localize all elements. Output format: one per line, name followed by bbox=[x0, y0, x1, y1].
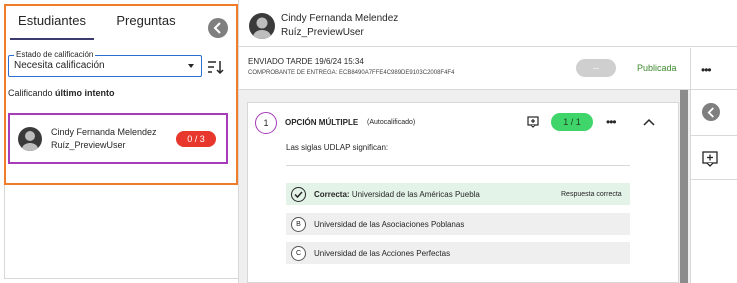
submission-status: ENVIADO TARDE 19/6/24 15:34 bbox=[248, 57, 364, 66]
grading-status-label: Estado de calificación bbox=[14, 50, 96, 59]
divider bbox=[690, 48, 691, 89]
header-divider bbox=[239, 46, 737, 47]
correct-answer-note: Respuesta correcta bbox=[561, 191, 622, 198]
grading-emphasis: último intento bbox=[55, 88, 115, 98]
question-number: 1 bbox=[255, 112, 277, 134]
tab-students[interactable]: Estudiantes bbox=[10, 6, 94, 40]
question-type: OPCIÓN MÚLTIPLE bbox=[285, 118, 359, 127]
question-more-options-button[interactable]: ••• bbox=[606, 115, 617, 129]
avatar bbox=[18, 127, 42, 151]
chevron-left-icon bbox=[213, 22, 221, 34]
score-badge: 0 / 3 bbox=[176, 131, 216, 147]
check-circle-icon bbox=[291, 187, 306, 202]
scrollbar[interactable] bbox=[680, 90, 688, 283]
chevron-left-icon bbox=[707, 107, 714, 118]
dropdown-caret-icon bbox=[188, 64, 194, 68]
add-feedback-icon[interactable] bbox=[701, 150, 719, 168]
grading-status-value: Necesita calificación bbox=[14, 60, 105, 71]
student-list-empty-area bbox=[4, 185, 238, 279]
tab-questions[interactable]: Preguntas bbox=[100, 6, 192, 40]
option-b-text: Universidad de las Asociaciones Poblanas bbox=[314, 220, 465, 229]
divider bbox=[690, 179, 737, 180]
checkmark-icon bbox=[294, 191, 303, 199]
expand-panel-button[interactable] bbox=[702, 103, 720, 121]
user-icon bbox=[253, 17, 271, 39]
submission-student-username: Ruíz_PreviewUser bbox=[281, 27, 364, 38]
overall-grade-field[interactable]: -- bbox=[576, 59, 616, 77]
submission-student-name: Cindy Fernanda Melendez bbox=[281, 13, 399, 24]
option-letter-c: C bbox=[291, 246, 306, 261]
sort-icon[interactable] bbox=[206, 58, 224, 76]
option-c-text: Universidad de las Acciones Perfectas bbox=[314, 249, 451, 258]
question-score-pill[interactable]: 1 / 1 bbox=[551, 113, 593, 131]
user-icon bbox=[22, 131, 38, 151]
add-feedback-icon[interactable] bbox=[527, 116, 539, 128]
answer-option-text: Correcta: Universidad de las Américas Pu… bbox=[314, 190, 480, 199]
student-name: Cindy Fernanda Melendez bbox=[51, 127, 157, 137]
question-autograded-label: (Autocalificado) bbox=[367, 119, 416, 126]
divider bbox=[286, 165, 630, 166]
correct-label: Correcta: bbox=[314, 190, 350, 199]
student-username: Ruíz_PreviewUser bbox=[51, 140, 126, 150]
grading-attempt-text: Calificando último intento bbox=[8, 88, 115, 98]
question-prompt: Las siglas UDLAP significan: bbox=[286, 143, 389, 152]
collapse-panel-button[interactable] bbox=[208, 18, 228, 38]
submission-receipt: COMPROBANTE DE ENTREGA: ECB8490A7FFE4C98… bbox=[248, 70, 455, 76]
published-status: Publicada bbox=[637, 63, 677, 73]
chevron-up-icon[interactable] bbox=[643, 118, 655, 126]
avatar bbox=[249, 13, 275, 39]
option-a-text: Universidad de las Américas Puebla bbox=[351, 190, 480, 199]
option-letter-b: B bbox=[291, 217, 306, 232]
divider bbox=[690, 135, 737, 136]
more-options-button[interactable]: ••• bbox=[701, 63, 712, 77]
grading-prefix: Calificando bbox=[8, 88, 53, 98]
